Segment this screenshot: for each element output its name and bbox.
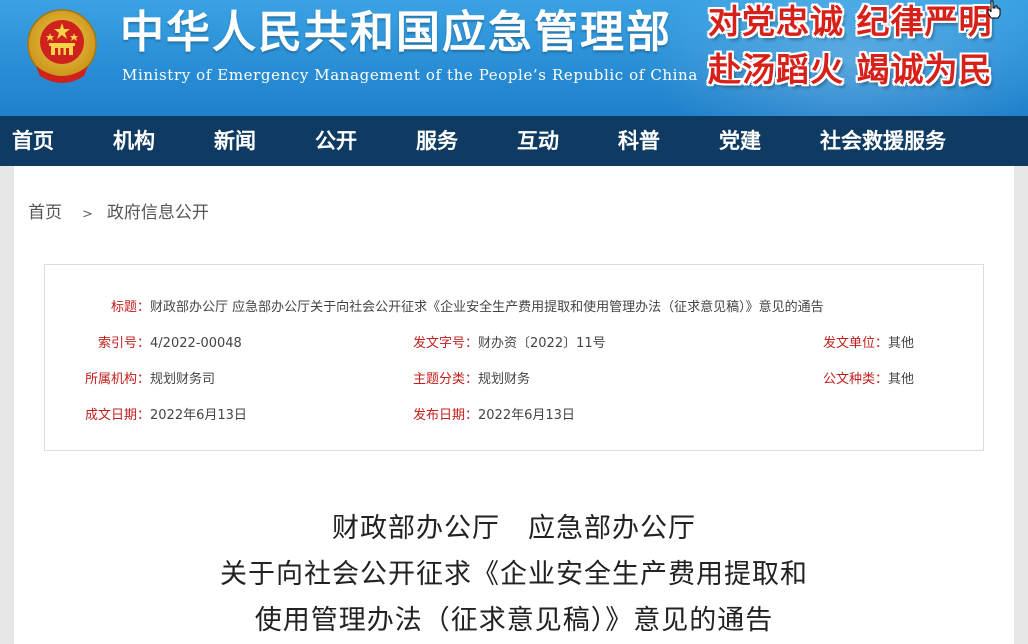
nav-item-home[interactable]: 首页	[12, 116, 54, 166]
meta-doc-number-label: 发文字号：	[413, 336, 479, 351]
nav-item-party[interactable]: 党建	[719, 116, 761, 166]
site-header: 中华人民共和国应急管理部 Ministry of Emergency Manag…	[0, 0, 1028, 116]
meta-index-value: 4/2022-00048	[150, 336, 242, 351]
document-title-line-2: 关于向社会公开征求《企业安全生产费用提取和	[220, 559, 808, 590]
meta-index: 索引号：4/2022-00048	[98, 332, 242, 351]
nav-item-science[interactable]: 科普	[618, 116, 660, 166]
meta-title-label: 标题：	[111, 300, 151, 315]
hand-pointer-icon	[987, 0, 1001, 19]
meta-title: 标题：财政部办公厅 应急部办公厅关于向社会公开征求《企业安全生产费用提取和使用管…	[111, 296, 824, 315]
meta-document-type: 公文种类：其他	[823, 368, 914, 387]
meta-published-date-label: 发布日期：	[413, 408, 479, 423]
meta-created-date-value: 2022年6月13日	[150, 408, 247, 423]
meta-issuer-label: 发文单位：	[823, 336, 889, 351]
breadcrumb: 首页 > 政府信息公开	[28, 198, 209, 223]
nav-item-open[interactable]: 公开	[315, 116, 357, 166]
slogan-line-2: 赴汤蹈火 竭诚为民	[708, 50, 993, 89]
meta-doc-number: 发文字号：财办资〔2022〕11号	[413, 332, 606, 351]
document-title-line-3: 使用管理办法（征求意见稿）》意见的通告	[254, 605, 774, 636]
document-title-line-1: 财政部办公厅 应急部办公厅	[332, 513, 696, 544]
main-nav: 首页 机构 新闻 公开 服务 互动 科普 党建 社会救援服务	[0, 116, 1028, 166]
meta-published-date-value: 2022年6月13日	[478, 408, 575, 423]
meta-document-type-value: 其他	[888, 372, 915, 387]
meta-topic: 主题分类：规划财务	[413, 368, 530, 387]
meta-title-value: 财政部办公厅 应急部办公厅关于向社会公开征求《企业安全生产费用提取和使用管理办法…	[150, 300, 824, 315]
meta-created-date: 成文日期：2022年6月13日	[85, 404, 247, 423]
breadcrumb-separator: >	[82, 207, 93, 222]
meta-created-date-label: 成文日期：	[85, 408, 151, 423]
meta-document-type-label: 公文种类：	[823, 372, 889, 387]
meta-topic-value: 规划财务	[478, 372, 531, 387]
national-emblem-icon	[27, 9, 97, 83]
meta-organization-value: 规划财务司	[150, 372, 216, 387]
meta-organization-label: 所属机构：	[85, 372, 151, 387]
site-title[interactable]: 中华人民共和国应急管理部	[120, 6, 672, 60]
nav-item-social-rescue[interactable]: 社会救援服务	[820, 116, 946, 166]
meta-issuer: 发文单位：其他	[823, 332, 914, 351]
nav-item-interaction[interactable]: 互动	[517, 116, 559, 166]
breadcrumb-current-link[interactable]: 政府信息公开	[107, 203, 209, 223]
meta-published-date: 发布日期：2022年6月13日	[413, 404, 575, 423]
meta-index-label: 索引号：	[98, 336, 151, 351]
meta-doc-number-value: 财办资〔2022〕11号	[478, 336, 606, 351]
nav-item-organization[interactable]: 机构	[113, 116, 155, 166]
meta-organization: 所属机构：规划财务司	[85, 368, 215, 387]
nav-item-news[interactable]: 新闻	[214, 116, 256, 166]
site-subtitle: Ministry of Emergency Management of the …	[122, 66, 698, 84]
breadcrumb-home-link[interactable]: 首页	[28, 203, 62, 223]
nav-item-service[interactable]: 服务	[416, 116, 458, 166]
main-content: 首页 > 政府信息公开 标题：财政部办公厅 应急部办公厅关于向社会公开征求《企业安全…	[14, 166, 1014, 644]
slogan-line-1: 对党忠诚 纪律严明	[708, 2, 993, 41]
meta-topic-label: 主题分类：	[413, 372, 479, 387]
meta-issuer-value: 其他	[888, 336, 915, 351]
document-metadata-panel: 标题：财政部办公厅 应急部办公厅关于向社会公开征求《企业安全生产费用提取和使用管…	[44, 264, 984, 451]
